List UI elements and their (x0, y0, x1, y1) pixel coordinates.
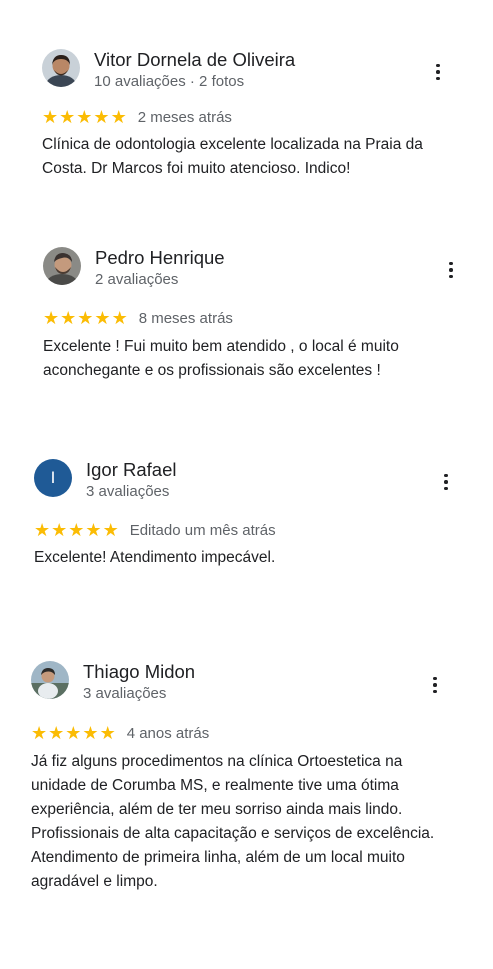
reviewer-stats: 3 avaliações (83, 685, 167, 702)
star-icon: ★ (93, 107, 110, 127)
reviewer-avatar[interactable] (43, 247, 81, 285)
more-options-icon[interactable] (438, 469, 454, 495)
star-icon: ★ (94, 308, 111, 328)
star-icon: ★ (99, 723, 116, 743)
review-date: 8 meses atrás (138, 309, 233, 327)
reviewer-name[interactable]: Pedro Henrique (95, 247, 225, 269)
review-text: Clínica de odontologia excelente localiz… (42, 136, 423, 177)
star-icon: ★ (34, 520, 51, 540)
more-options-icon[interactable] (430, 59, 446, 85)
avatar-letter: I (50, 468, 56, 487)
more-options-icon[interactable] (427, 672, 443, 698)
star-icon: ★ (76, 107, 93, 127)
rating-row: ★ ★ ★ ★ ★ Editado um mês atrás (34, 521, 276, 539)
more-options-icon[interactable] (443, 257, 459, 283)
star-icon: ★ (65, 723, 82, 743)
star-icon: ★ (48, 723, 65, 743)
reviewer-name[interactable]: Thiago Midon (83, 661, 195, 683)
review-text: Excelente! Atendimento impecável. (34, 549, 276, 566)
rating-row: ★ ★ ★ ★ ★ 8 meses atrás (43, 309, 233, 327)
avatar-photo (43, 247, 81, 285)
star-icon: ★ (31, 723, 48, 743)
reviewer-stats: 2 avaliações (95, 271, 179, 288)
review-text: Já fiz alguns procedimentos na clínica O… (31, 753, 435, 890)
star-icon: ★ (111, 308, 128, 328)
star-icon: ★ (60, 308, 77, 328)
star-icon: ★ (85, 520, 102, 540)
avatar-photo (31, 661, 69, 699)
star-icon: ★ (59, 107, 76, 127)
star-icon: ★ (102, 520, 119, 540)
star-icon: ★ (77, 308, 94, 328)
reviewer-name[interactable]: Igor Rafael (86, 459, 177, 481)
rating-row: ★ ★ ★ ★ ★ 4 anos atrás (31, 724, 209, 742)
reviewer-name[interactable]: Vitor Dornela de Oliveira (94, 49, 295, 71)
reviewer-stats: 10 avaliações · 2 fotos (94, 73, 245, 90)
reviewer-avatar[interactable] (31, 661, 69, 699)
star-rating: ★ ★ ★ ★ ★ (31, 724, 116, 742)
star-icon: ★ (42, 107, 59, 127)
review-date: 2 meses atrás (137, 108, 232, 126)
avatar-photo (42, 49, 80, 87)
star-icon: ★ (51, 520, 68, 540)
reviewer-avatar[interactable] (42, 49, 80, 87)
review-date: Editado um mês atrás (129, 521, 276, 539)
star-icon: ★ (43, 308, 60, 328)
review-text: Excelente ! Fui muito bem atendido , o l… (43, 338, 399, 379)
star-icon: ★ (82, 723, 99, 743)
review-date: 4 anos atrás (126, 724, 210, 742)
star-icon: ★ (68, 520, 85, 540)
rating-row: ★ ★ ★ ★ ★ 2 meses atrás (42, 108, 232, 126)
star-icon: ★ (110, 107, 127, 127)
star-rating: ★ ★ ★ ★ ★ (43, 309, 128, 327)
star-rating: ★ ★ ★ ★ ★ (34, 521, 119, 539)
reviewer-avatar[interactable]: I (34, 459, 72, 497)
star-rating: ★ ★ ★ ★ ★ (42, 108, 127, 126)
reviewer-stats: 3 avaliações (86, 483, 170, 500)
